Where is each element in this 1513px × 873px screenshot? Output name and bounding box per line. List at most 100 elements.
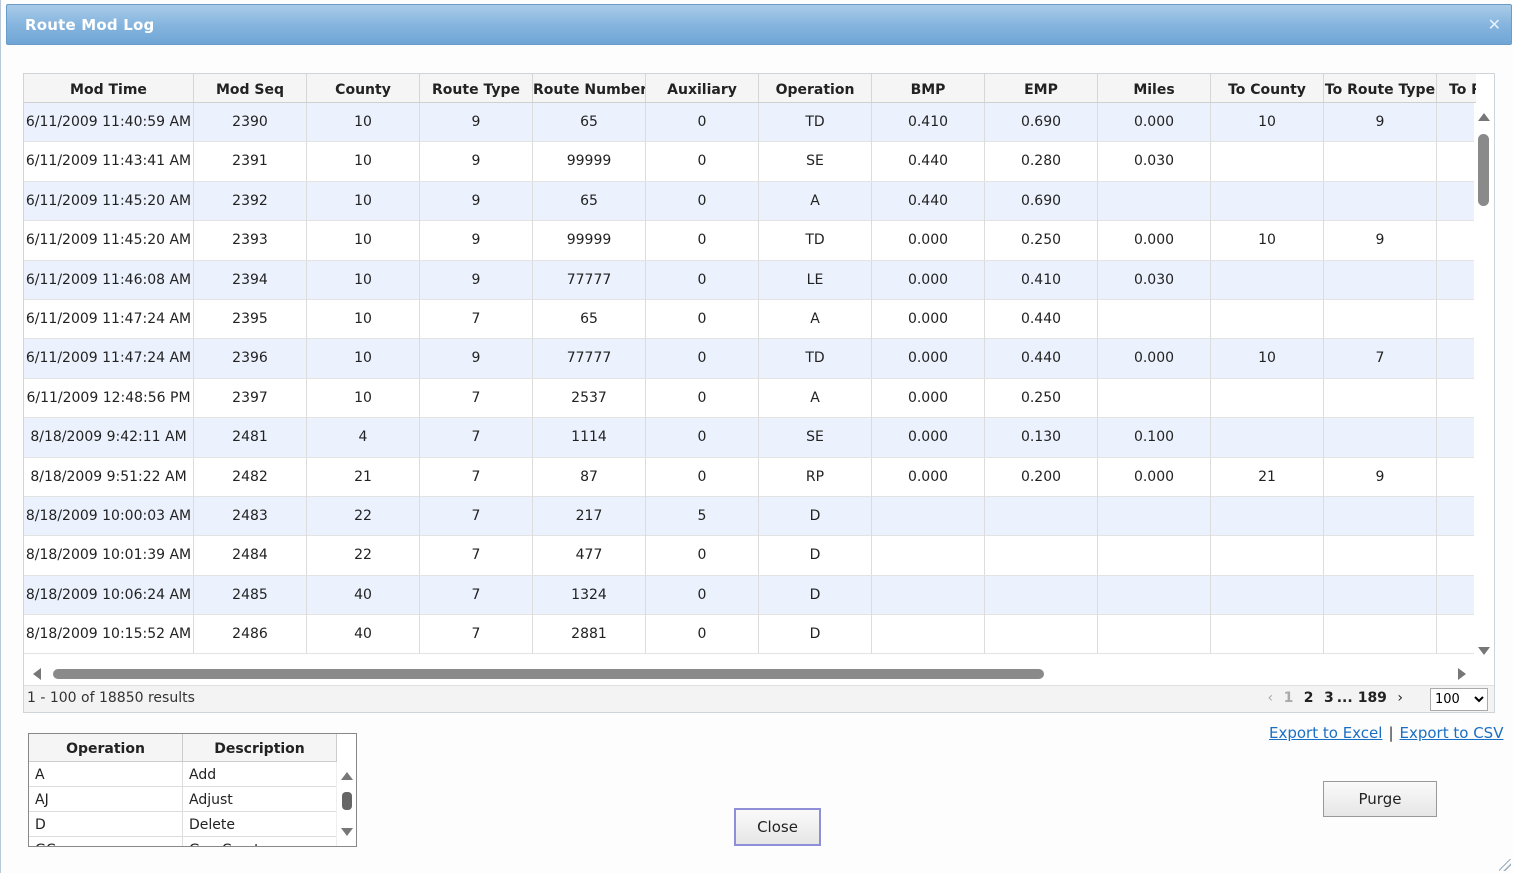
vertical-scrollbar[interactable]: [1474, 103, 1494, 663]
table-cell: 99999: [533, 221, 646, 261]
table-cell: 6/11/2009 11:46:08 AM: [24, 260, 194, 300]
table-cell: 6/11/2009 11:43:41 AM: [24, 142, 194, 182]
column-header[interactable]: Auxiliary: [646, 74, 759, 102]
chevron-up-icon[interactable]: [1478, 113, 1490, 121]
table-cell: A: [759, 181, 872, 221]
column-header[interactable]: To Route Type: [1324, 74, 1437, 102]
column-header[interactable]: To R: [1437, 74, 1476, 102]
chevron-left-icon[interactable]: [33, 668, 41, 680]
export-csv-link[interactable]: Export to CSV: [1400, 724, 1504, 742]
table-row[interactable]: 6/11/2009 11:45:20 AM 2393 10 9 99999 0 TD 0.00…: [24, 221, 1476, 261]
purge-button[interactable]: Purge: [1323, 781, 1437, 817]
table-row[interactable]: 6/11/2009 11:45:20 AM 2392 10 9 65 0 A 0.440 0.6…: [24, 181, 1476, 222]
table-cell: [1437, 261, 1476, 300]
results-info: 1 - 100 of 18850 results: [27, 690, 195, 706]
table-row[interactable]: 8/18/2009 10:00:03 AM 2483 22 7 217 5 D: [24, 496, 1476, 537]
table-cell: 0: [646, 142, 759, 182]
table-cell: 0.410: [872, 103, 985, 142]
close-button[interactable]: Close: [734, 808, 821, 846]
table-cell: [1324, 496, 1437, 536]
table-row[interactable]: 8/18/2009 10:01:39 AM 2484 22 7 477 0 D: [24, 536, 1476, 576]
chevron-right-icon[interactable]: [1458, 668, 1466, 680]
legend-description: Add: [183, 762, 337, 787]
table-cell: 8/18/2009 10:15:52 AM: [24, 615, 194, 655]
route-mod-log-dialog: Route Mod Log ✕ Mod Time Mod Seq County Rou…: [0, 0, 1513, 873]
horizontal-scrollbar[interactable]: [24, 663, 1476, 685]
table-cell: 10: [307, 260, 420, 300]
table-cell: [1098, 496, 1211, 536]
table-cell: 0.250: [985, 221, 1098, 261]
table-cell: D: [759, 496, 872, 536]
page-ellipsis[interactable]: ...: [1337, 690, 1353, 706]
column-header[interactable]: BMP: [872, 74, 985, 102]
table-cell: 2481: [194, 418, 307, 458]
table-row[interactable]: 8/18/2009 9:51:22 AM 2482 21 7 87 0 RP 0.000 0.2…: [24, 457, 1476, 497]
table-cell: [985, 536, 1098, 576]
table-row[interactable]: 6/11/2009 12:48:56 PM 2397 10 7 2537 0 A 0.000 0…: [24, 378, 1476, 419]
table-cell: [1324, 142, 1437, 182]
table-cell: 7: [420, 575, 533, 615]
table-cell: 0.000: [1098, 103, 1211, 142]
column-header[interactable]: County: [307, 74, 420, 102]
table-cell: 6/11/2009 11:47:24 AM: [24, 299, 194, 339]
list-item[interactable]: D Delete: [29, 812, 337, 837]
scrollbar-thumb[interactable]: [1478, 134, 1489, 206]
column-header[interactable]: Operation: [759, 74, 872, 102]
table-cell: 0.410: [985, 260, 1098, 300]
close-icon[interactable]: ✕: [1488, 15, 1501, 34]
column-header[interactable]: Miles: [1098, 74, 1211, 102]
resize-grip-icon[interactable]: [1499, 859, 1511, 871]
table-row[interactable]: 6/11/2009 11:46:08 AM 2394 10 9 77777 0 LE 0.00…: [24, 260, 1476, 300]
list-item[interactable]: AJ Adjust: [29, 787, 337, 812]
table-cell: 0.440: [985, 339, 1098, 379]
column-header[interactable]: Route Number: [533, 74, 646, 102]
chevron-up-icon[interactable]: [341, 772, 353, 780]
table-cell: [1437, 103, 1476, 142]
table-cell: 0.000: [872, 378, 985, 418]
scrollbar-thumb[interactable]: [53, 669, 1044, 679]
table-row[interactable]: 6/11/2009 11:43:41 AM 2391 10 9 99999 0 SE 0.44…: [24, 142, 1476, 182]
column-header[interactable]: To County: [1211, 74, 1324, 102]
page-link-last[interactable]: 189: [1358, 690, 1387, 706]
table-cell: [1211, 142, 1324, 182]
table-row[interactable]: 6/11/2009 11:47:24 AM 2395 10 7 65 0 A 0.000 0.4…: [24, 299, 1476, 340]
legend-scrollbar[interactable]: [336, 762, 356, 846]
page-size-select[interactable]: 100: [1430, 688, 1488, 711]
export-excel-link[interactable]: Export to Excel: [1269, 724, 1382, 742]
dialog-titlebar[interactable]: Route Mod Log ✕: [6, 4, 1512, 45]
table-cell: [1437, 418, 1476, 457]
table-cell: [1211, 496, 1324, 536]
table-cell: [1437, 576, 1476, 615]
table-cell: [1211, 378, 1324, 418]
table-row[interactable]: 8/18/2009 10:15:52 AM 2486 40 7 2881 0 D: [24, 615, 1476, 655]
table-cell: 0: [646, 260, 759, 300]
column-header[interactable]: EMP: [985, 74, 1098, 102]
table-row[interactable]: 8/18/2009 10:06:24 AM 2485 40 7 1324 0 D: [24, 575, 1476, 616]
page-link-3[interactable]: 3: [1324, 690, 1334, 706]
table-row[interactable]: 6/11/2009 11:47:24 AM 2396 10 9 77777 0 TD 0.00…: [24, 339, 1476, 379]
table-cell: 0.000: [872, 457, 985, 497]
table-row[interactable]: 8/18/2009 9:42:11 AM 2481 4 7 1114 0 SE 0.000 0.…: [24, 418, 1476, 458]
table-cell: 77777: [533, 339, 646, 379]
chevron-down-icon[interactable]: [1478, 647, 1490, 655]
chevron-down-icon[interactable]: [341, 828, 353, 836]
page-link-2[interactable]: 2: [1304, 690, 1314, 706]
list-item[interactable]: A Add: [29, 762, 337, 787]
column-header[interactable]: Mod Time: [24, 74, 194, 102]
column-header[interactable]: Mod Seq: [194, 74, 307, 102]
table-cell: 0.690: [985, 103, 1098, 142]
table-cell: 77777: [533, 260, 646, 300]
table-row[interactable]: 6/11/2009 11:40:59 AM 2390 10 9 65 0 TD 0.410 0.…: [24, 103, 1476, 143]
table-cell: 87: [533, 457, 646, 497]
table-cell: 8/18/2009 10:01:39 AM: [24, 536, 194, 576]
pager: 1 - 100 of 18850 results ‹ 1 2 3... 189 ›…: [24, 685, 1494, 712]
legend-operation-code: D: [29, 812, 183, 837]
list-item[interactable]: GCGap Create: [29, 837, 337, 846]
table-cell: 0.030: [1098, 142, 1211, 182]
column-header[interactable]: Route Type: [420, 74, 533, 102]
table-cell: [1437, 536, 1476, 575]
prev-page-icon[interactable]: ‹: [1268, 690, 1274, 706]
scrollbar-thumb[interactable]: [342, 792, 352, 810]
table-cell: 9: [420, 181, 533, 221]
next-page-icon[interactable]: ›: [1397, 690, 1403, 706]
